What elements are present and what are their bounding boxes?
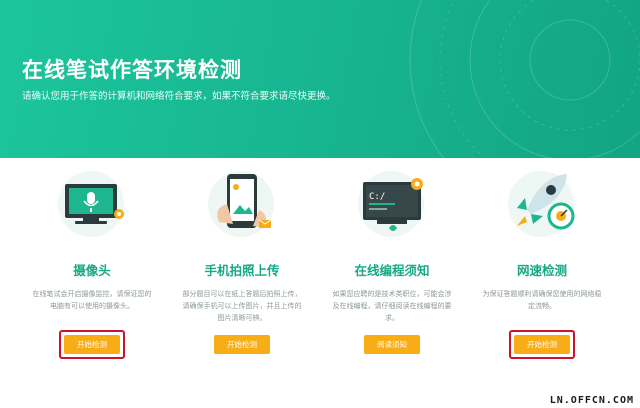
card-title: 手机拍照上传 bbox=[204, 263, 280, 278]
card-title: 摄像头 bbox=[73, 263, 111, 278]
card-description: 部分题目可以在纸上答题后拍照上传，请确保手机可以上传图片，并且上传的图片清晰可辨… bbox=[182, 290, 302, 322]
card-network-speed: 网速检测 为保证答题顺利请确保您使用的网络稳定流畅。 开始检测 bbox=[472, 170, 612, 375]
button-wrapper: 阅读须知 bbox=[359, 330, 425, 359]
phone-photo-icon bbox=[172, 170, 312, 240]
decorative-rings bbox=[409, 0, 640, 158]
read-notice-button[interactable]: 阅读须知 bbox=[364, 335, 420, 354]
header-banner: 在线笔试作答环境检测 请确认您用于作答的计算机和网络符合要求，如果不符合要求请尽… bbox=[0, 0, 640, 158]
start-check-button[interactable]: 开始检测 bbox=[214, 335, 270, 354]
watermark: LN.OFFCN.COM bbox=[549, 395, 634, 406]
svg-text:C:/: C:/ bbox=[369, 192, 385, 202]
card-title: 在线编程须知 bbox=[354, 263, 430, 278]
card-description: 如果您应聘的是技术类职位，可能会涉及在线编程，请仔细阅读在线编程的要求。 bbox=[332, 290, 452, 322]
card-coding: C:/ 在线编程须知 如果您应聘的是技术类职位，可能会涉及在线编程，请仔细阅读在… bbox=[322, 170, 462, 375]
start-check-button[interactable]: 开始检测 bbox=[64, 335, 120, 354]
card-description: 在线笔试会开启摄像监控，请保证您的电脑有可以使用的摄像头。 bbox=[32, 290, 152, 310]
highlight-box: 开始检测 bbox=[59, 330, 125, 359]
card-camera: 摄像头 在线笔试会开启摄像监控，请保证您的电脑有可以使用的摄像头。 开始检测 bbox=[22, 170, 162, 375]
highlight-box: 开始检测 bbox=[509, 330, 575, 359]
rocket-speed-icon bbox=[472, 170, 612, 240]
button-wrapper: 开始检测 bbox=[209, 330, 275, 359]
webcam-icon bbox=[22, 170, 162, 240]
page-subtitle: 请确认您用于作答的计算机和网络符合要求，如果不符合要求请尽快更换。 bbox=[22, 91, 336, 102]
code-editor-icon: C:/ bbox=[322, 170, 462, 240]
card-phone-upload: 手机拍照上传 部分题目可以在纸上答题后拍照上传，请确保手机可以上传图片，并且上传… bbox=[172, 170, 312, 375]
card-description: 为保证答题顺利请确保您使用的网络稳定流畅。 bbox=[482, 290, 602, 310]
start-check-button[interactable]: 开始检测 bbox=[514, 335, 570, 354]
card-title: 网速检测 bbox=[516, 263, 567, 278]
page-title: 在线笔试作答环境检测 bbox=[22, 58, 242, 82]
